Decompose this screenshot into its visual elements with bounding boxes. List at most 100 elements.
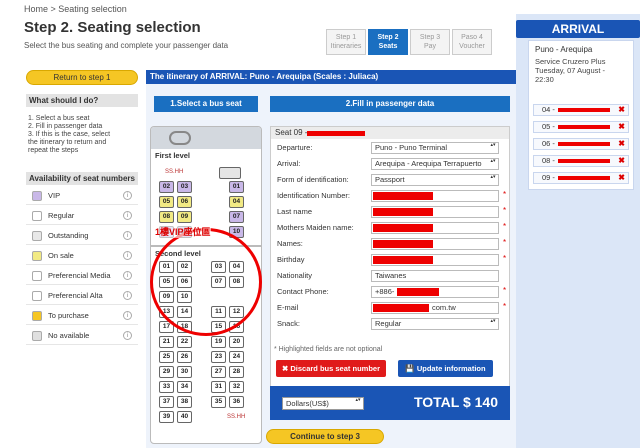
step-sub: Itineraries [330, 43, 362, 50]
step-label: Step 2 [377, 34, 399, 41]
legend-item: No available i [26, 327, 138, 345]
info-icon[interactable]: i [123, 291, 132, 300]
continue-to-step3-button[interactable]: Continue to step 3 [266, 429, 384, 444]
field-label: E-mail [277, 303, 299, 312]
seat-34-second[interactable]: 34 [177, 381, 192, 393]
redacted-passenger [558, 142, 610, 146]
arrival-card: Puno - Arequipa Service Cruzero Plus Tue… [528, 40, 634, 190]
arrival-seat-item[interactable]: 06 - ✖ [533, 138, 629, 150]
info-icon[interactable]: i [123, 271, 132, 280]
breadcrumb: Home > Seating selection [24, 4, 127, 14]
field-label: Last name [277, 207, 313, 216]
seat-38-second[interactable]: 38 [177, 396, 192, 408]
seat-05-first[interactable]: 05 [159, 196, 174, 208]
seat-30-second[interactable]: 30 [177, 366, 192, 378]
remove-seat-icon[interactable]: ✖ [618, 156, 625, 166]
info-icon[interactable]: i [123, 231, 132, 240]
legend-label: To purchase [48, 311, 89, 320]
field-select[interactable]: Puno - Puno Terminal [371, 142, 499, 154]
currency-select[interactable]: Dollars(US$) [282, 397, 364, 410]
seat-33-second[interactable]: 33 [159, 381, 174, 393]
seat-01-first[interactable]: 01 [229, 181, 244, 193]
info-icon[interactable]: i [123, 331, 132, 340]
service-name: Service Cruzero Plus [535, 57, 606, 66]
seat-40-second[interactable]: 40 [177, 411, 192, 423]
service-time: 22:30 [535, 75, 554, 84]
seat-32-second[interactable]: 32 [229, 381, 244, 393]
help-item: the itinerary to return and [28, 139, 107, 146]
legend-swatch [32, 191, 42, 201]
arrival-seat-item[interactable]: 04 - ✖ [533, 104, 629, 116]
step-4: Paso 4 Voucher [452, 29, 492, 55]
info-icon[interactable]: i [123, 311, 132, 320]
remove-seat-icon[interactable]: ✖ [618, 122, 625, 132]
legend-item: On sale i [26, 247, 138, 265]
redacted-value [373, 208, 433, 216]
seat-24-second[interactable]: 24 [229, 351, 244, 363]
seat-06-first[interactable]: 06 [177, 196, 192, 208]
restroom-label: SS.HH [165, 169, 184, 175]
field-select[interactable]: Arequipa - Arequipa Terrapuerto [371, 158, 499, 170]
redacted-value [373, 192, 433, 200]
seat-03-first[interactable]: 03 [177, 181, 192, 193]
seat-02-first[interactable]: 02 [159, 181, 174, 193]
field-value: +886- [375, 287, 395, 296]
legend-item: To purchase i [26, 307, 138, 325]
info-icon[interactable]: i [123, 191, 132, 200]
update-information-button[interactable]: 💾 Update information [398, 360, 493, 377]
seat-09-first[interactable]: 09 [177, 211, 192, 223]
return-to-step1-button[interactable]: Return to step 1 [26, 70, 138, 85]
seat-27-second[interactable]: 27 [211, 366, 226, 378]
form-row: Nationality Taiwanes [271, 269, 509, 283]
form-row: E-mail com.tw * [271, 301, 509, 315]
seat-22-second[interactable]: 22 [177, 336, 192, 348]
seat-39-second[interactable]: 39 [159, 411, 174, 423]
seat-07-first[interactable]: 07 [229, 211, 244, 223]
arrival-service: Service Cruzero Plus Tuesday, 07 August … [535, 57, 631, 84]
seat-21-second[interactable]: 21 [159, 336, 174, 348]
redacted-value [373, 224, 433, 232]
info-icon[interactable]: i [123, 251, 132, 260]
remove-seat-icon[interactable]: ✖ [618, 173, 625, 183]
form-row: Names: * [271, 237, 509, 251]
arrival-seat-item[interactable]: 08 - ✖ [533, 155, 629, 167]
seat-28-second[interactable]: 28 [229, 366, 244, 378]
seat-37-second[interactable]: 37 [159, 396, 174, 408]
arrival-route: Puno - Arequipa [535, 45, 593, 54]
legend-swatch [32, 231, 42, 241]
seat-04-first[interactable]: 04 [229, 196, 244, 208]
discard-seat-button[interactable]: ✖ Discard bus seat number [276, 360, 386, 377]
seat-31-second[interactable]: 31 [211, 381, 226, 393]
seat-23-second[interactable]: 23 [211, 351, 226, 363]
help-item: repeat the steps [28, 147, 79, 154]
seat-19-second[interactable]: 19 [211, 336, 226, 348]
step-sub: Voucher [459, 43, 485, 50]
field-value: Regular [375, 319, 402, 328]
availability-heading: Availability of seat numbers [26, 172, 138, 185]
field-select[interactable]: Passport [371, 174, 499, 186]
info-icon[interactable]: i [123, 211, 132, 220]
remove-seat-icon[interactable]: ✖ [618, 105, 625, 115]
legend-item: Preferencial Media i [26, 267, 138, 285]
seat-29-second[interactable]: 29 [159, 366, 174, 378]
remove-seat-icon[interactable]: ✖ [618, 139, 625, 149]
arrival-seat-item[interactable]: 09 - ✖ [533, 172, 629, 184]
seat-36-second[interactable]: 36 [229, 396, 244, 408]
discard-label: Discard bus seat number [290, 364, 380, 373]
legend-swatch [32, 291, 42, 301]
required-mark: * [503, 222, 507, 231]
step-sub: Seats [378, 43, 398, 50]
field-select[interactable]: Regular [371, 318, 499, 330]
bus-seat-map: First level Second level SS.HH 02 03 01 05 06… [150, 126, 262, 444]
field-input[interactable]: Taiwanes [371, 270, 499, 282]
seat-25-second[interactable]: 25 [159, 351, 174, 363]
seat-08-first[interactable]: 08 [159, 211, 174, 223]
seat-26-second[interactable]: 26 [177, 351, 192, 363]
seat-35-second[interactable]: 35 [211, 396, 226, 408]
itinerary-bar: The itinerary of ARRIVAL: Puno - Arequip… [146, 70, 516, 84]
first-level-label: First level [155, 151, 191, 160]
arrival-seat-item[interactable]: 05 - ✖ [533, 121, 629, 133]
field-label: Contact Phone: [277, 287, 329, 296]
seat-20-second[interactable]: 20 [229, 336, 244, 348]
annotation-circle [150, 228, 262, 336]
